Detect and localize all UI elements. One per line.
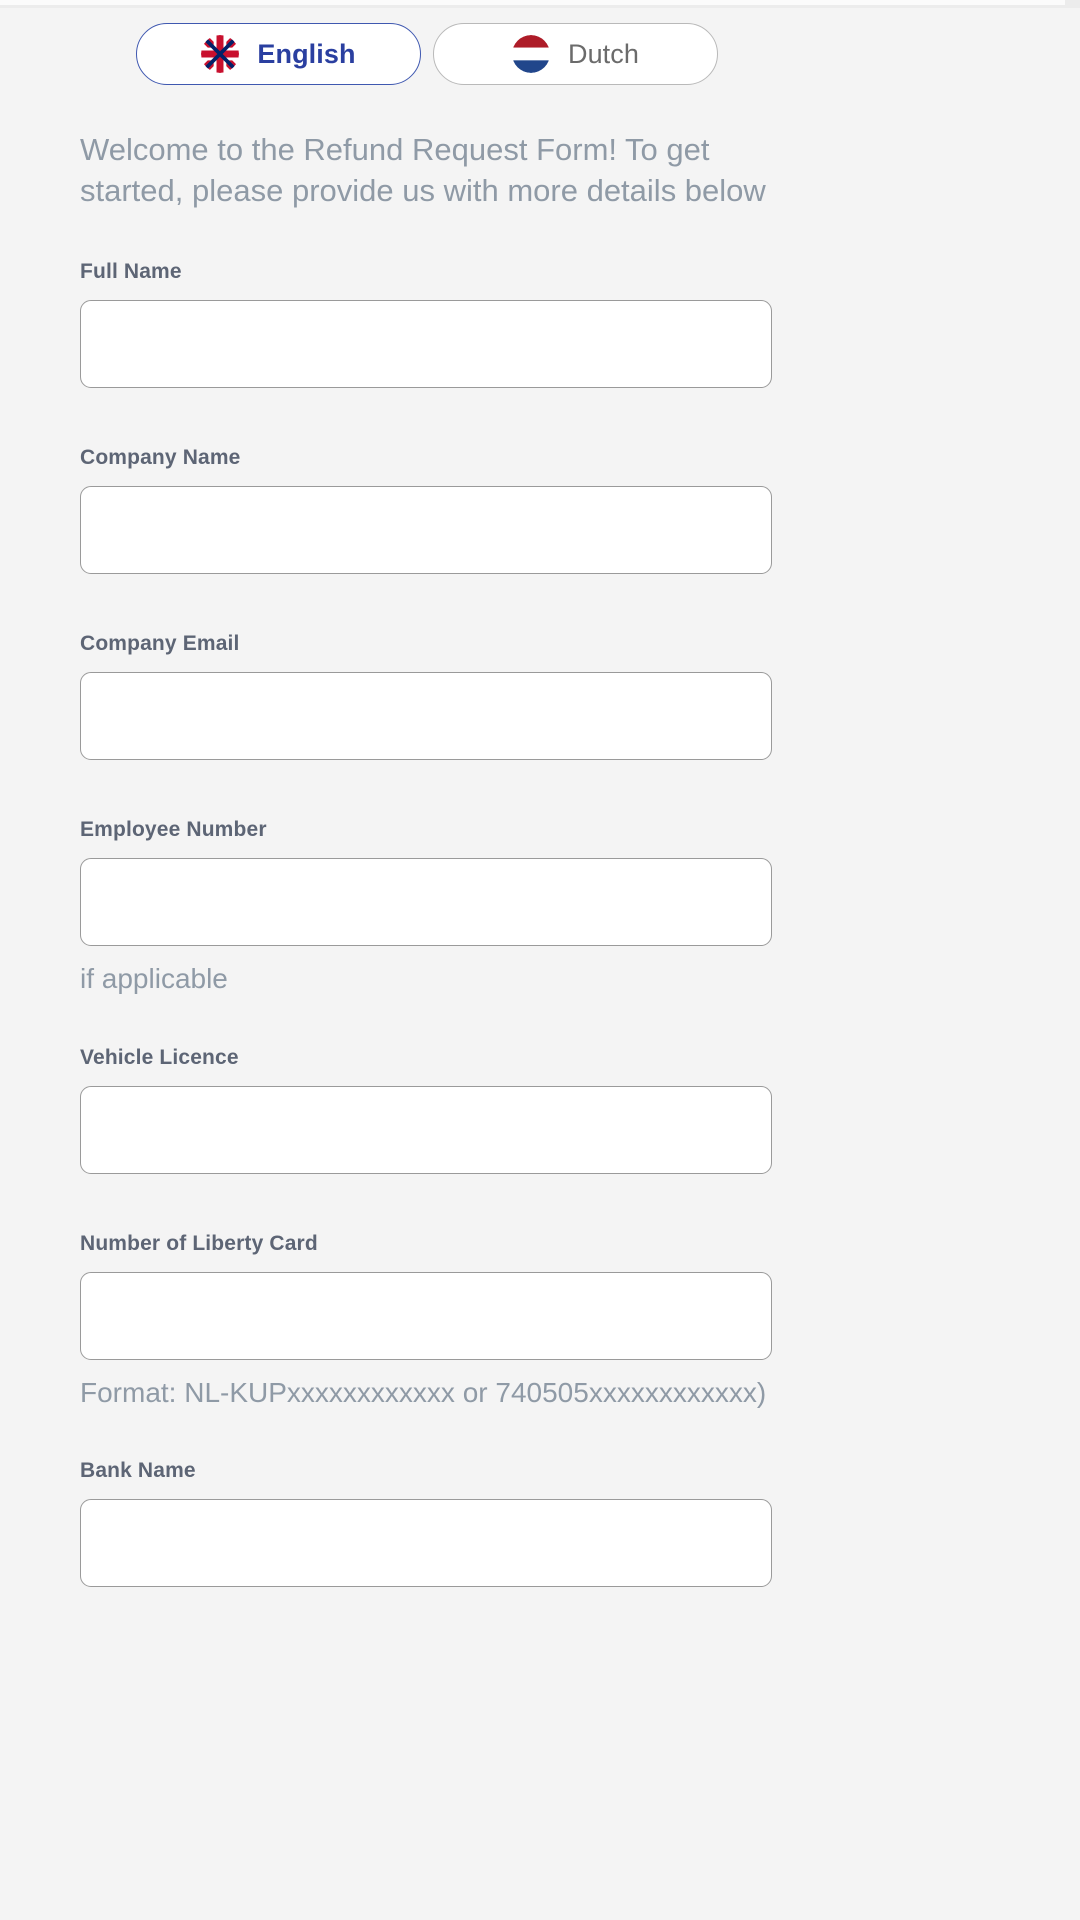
field-label-company-email: Company Email	[80, 631, 240, 655]
field-spacer	[80, 998, 1000, 1046]
language-option-dutch-label: Dutch	[567, 38, 640, 69]
language-option-english[interactable]: English	[136, 23, 421, 85]
field-label-full-name: Full Name	[80, 259, 182, 283]
field-company-name: Company Name	[80, 446, 1000, 574]
field-employee-number: Employee Number if applicable	[80, 818, 1000, 998]
field-label-liberty-card-number: Number of Liberty Card	[80, 1231, 318, 1255]
intro-text: Welcome to the Refund Request Form! To g…	[80, 132, 766, 208]
field-spacer	[80, 1411, 1000, 1459]
company-name-input[interactable]	[80, 485, 772, 574]
netherlands-flag-icon	[511, 35, 550, 73]
vehicle-licence-input[interactable]	[80, 1085, 772, 1174]
field-label-vehicle-licence: Vehicle Licence	[80, 1045, 239, 1069]
field-spacer	[80, 574, 1000, 632]
page-scroll-strip[interactable]	[0, 0, 1080, 8]
field-full-name: Full Name	[80, 260, 1000, 388]
field-spacer	[80, 388, 1000, 446]
employee-number-input[interactable]	[80, 857, 772, 946]
field-company-email: Company Email	[80, 632, 1000, 760]
language-option-dutch[interactable]: Dutch	[433, 23, 718, 85]
field-label-employee-number: Employee Number	[80, 817, 267, 841]
field-spacer	[80, 1174, 1000, 1232]
company-email-input[interactable]	[80, 671, 772, 760]
field-help-liberty-card-number: Format: NL-KUPxxxxxxxxxxxx or 740505xxxx…	[80, 1376, 767, 1408]
form-fields: Full Name Company Name Company Email Emp…	[0, 260, 1080, 1588]
field-vehicle-licence: Vehicle Licence	[80, 1046, 1000, 1174]
liberty-card-number-input[interactable]	[80, 1271, 772, 1360]
language-option-english-label: English	[257, 38, 356, 69]
bank-name-input[interactable]	[80, 1499, 772, 1588]
uk-flag-icon	[201, 35, 240, 73]
field-help-employee-number: if applicable	[80, 962, 228, 994]
field-liberty-card-number: Number of Liberty Card Format: NL-KUPxxx…	[80, 1232, 1000, 1412]
refund-request-form-page: English Dutch Welcome to the Refund Requ	[0, 8, 1080, 1920]
language-switcher: English Dutch	[0, 8, 1080, 85]
field-label-bank-name: Bank Name	[80, 1459, 196, 1483]
scroll-thumb[interactable]	[0, 0, 1065, 5]
full-name-input[interactable]	[80, 299, 772, 388]
field-label-company-name: Company Name	[80, 445, 241, 469]
field-bank-name: Bank Name	[80, 1459, 1000, 1588]
field-spacer	[80, 760, 1000, 818]
